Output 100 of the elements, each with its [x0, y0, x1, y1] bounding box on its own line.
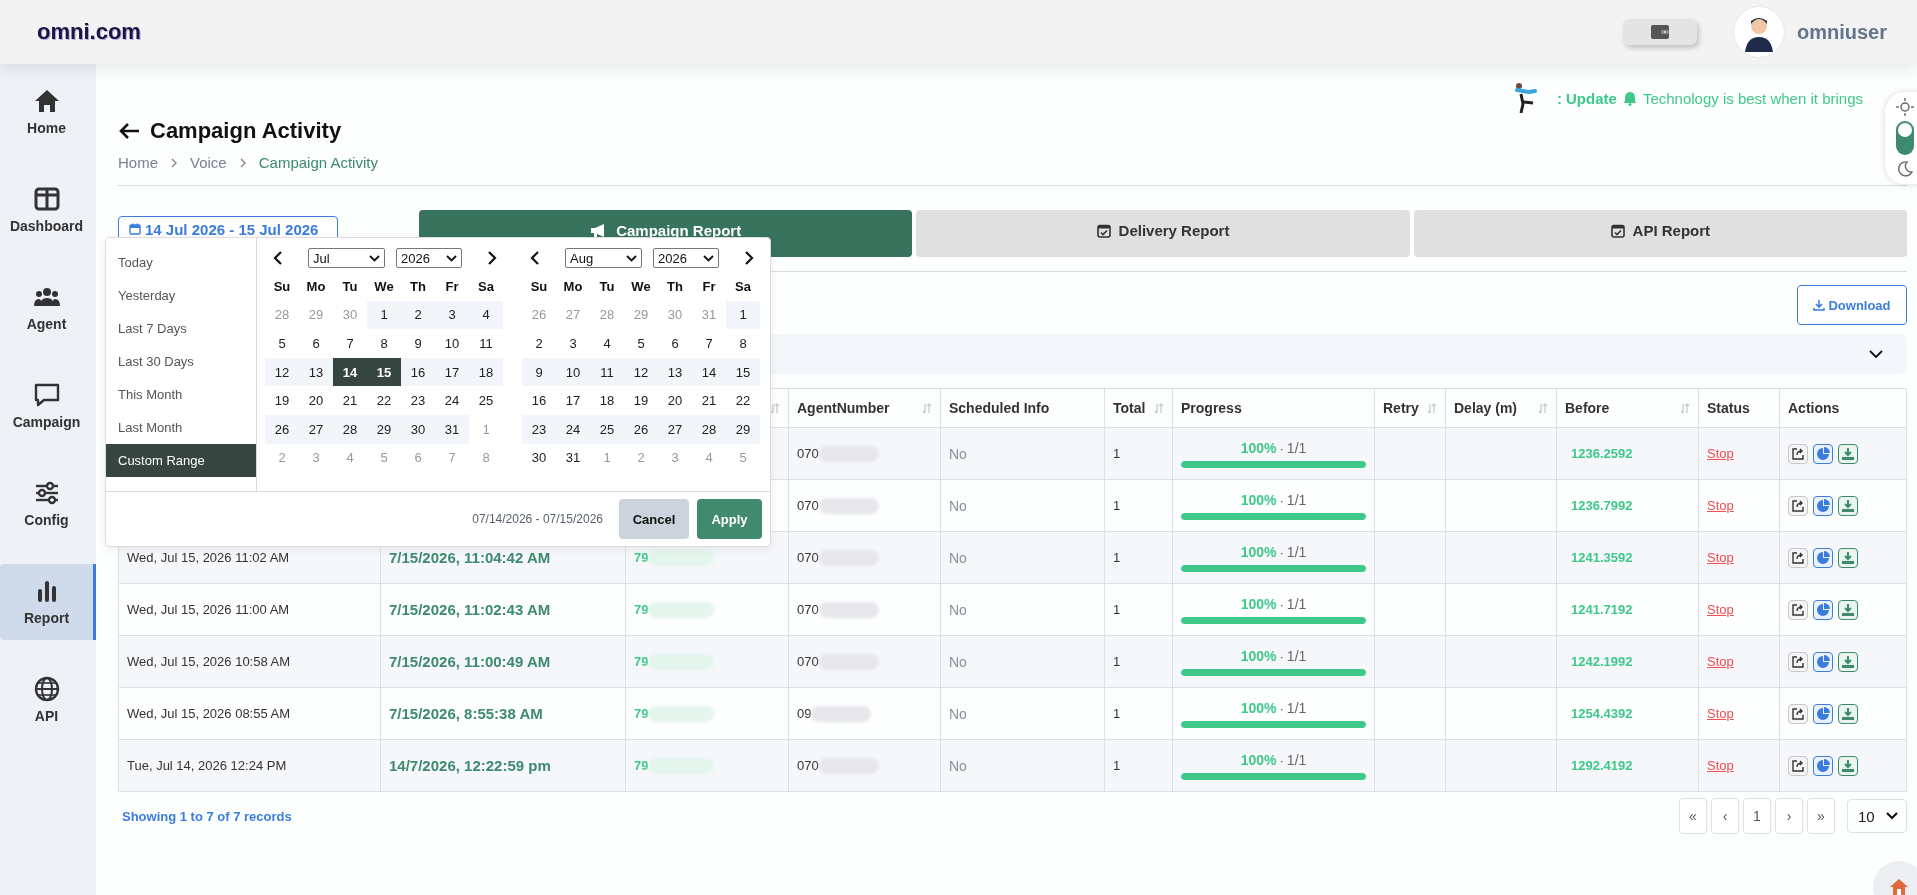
calendar-day[interactable]: 17: [435, 357, 469, 387]
breadcrumb-link[interactable]: Home: [118, 154, 158, 171]
calendar-day[interactable]: 8: [726, 329, 760, 358]
calendar-day[interactable]: 18: [590, 386, 624, 415]
calendar-day[interactable]: 20: [658, 386, 692, 415]
calendar-day[interactable]: 3: [435, 300, 469, 330]
calendar-day[interactable]: 6: [658, 329, 692, 358]
sidebar-item[interactable]: Report: [0, 564, 96, 640]
calendar-day[interactable]: 23: [522, 414, 556, 444]
calendar-day[interactable]: 29: [726, 414, 760, 444]
calendar-day[interactable]: 25: [469, 386, 503, 415]
calendar-day[interactable]: 30: [522, 443, 556, 473]
download-button[interactable]: Download: [1797, 285, 1907, 325]
calendar-day[interactable]: 1: [367, 300, 401, 330]
page-title: Campaign Activity: [150, 118, 342, 144]
calendar-day[interactable]: 29: [367, 414, 401, 444]
calendar-day[interactable]: 19: [624, 386, 658, 415]
calendar-day[interactable]: 14: [333, 357, 367, 387]
calendar-day[interactable]: 9: [401, 329, 435, 358]
calendar-day[interactable]: 24: [556, 414, 590, 444]
calendar-day[interactable]: 17: [556, 386, 590, 415]
cancel-button[interactable]: Cancel: [619, 499, 689, 539]
calendar-day[interactable]: 9: [522, 357, 556, 387]
calendar-day[interactable]: 24: [435, 386, 469, 415]
calendar-day[interactable]: 27: [299, 414, 333, 444]
calendar-day[interactable]: 14: [692, 357, 726, 387]
range-option[interactable]: Last Month: [106, 411, 256, 444]
sidebar-item[interactable]: Agent: [0, 270, 96, 346]
year-select[interactable]: 2026: [653, 248, 719, 268]
calendar-day[interactable]: 16: [401, 357, 435, 387]
sidebar-item[interactable]: Home: [0, 74, 96, 150]
breadcrumb-link[interactable]: Campaign Activity: [258, 154, 378, 171]
calendar-day[interactable]: 8: [367, 329, 401, 358]
calendar-day[interactable]: 11: [469, 329, 503, 358]
stop-link[interactable]: Stop: [1707, 498, 1734, 513]
page-size-select[interactable]: 10: [1847, 799, 1907, 833]
calendar-day[interactable]: 21: [333, 386, 367, 415]
calendar-day[interactable]: 7: [333, 329, 367, 358]
calendar-day[interactable]: 16: [522, 386, 556, 415]
calendar-day[interactable]: 11: [590, 357, 624, 387]
logo[interactable]: omni.com: [37, 19, 141, 45]
calendar-day[interactable]: 5: [265, 329, 299, 358]
breadcrumb-link[interactable]: Voice: [190, 154, 227, 171]
calendar-day[interactable]: 6: [299, 329, 333, 358]
calendar-day[interactable]: 31: [556, 443, 590, 473]
pagination-button[interactable]: ‹: [1711, 798, 1739, 834]
calendar-day[interactable]: 25: [590, 414, 624, 444]
calendar-day[interactable]: 5: [624, 329, 658, 358]
calendar-day[interactable]: 10: [556, 357, 590, 387]
calendar-day[interactable]: 4: [469, 300, 503, 330]
calendar-day[interactable]: 15: [367, 357, 401, 387]
stop-link[interactable]: Stop: [1707, 706, 1734, 721]
apply-button[interactable]: Apply: [697, 499, 762, 539]
calendar-day[interactable]: 27: [658, 414, 692, 444]
calendar-day[interactable]: 13: [299, 357, 333, 387]
calendar-day[interactable]: 20: [299, 386, 333, 415]
sidebar-item[interactable]: Dashboard: [0, 172, 96, 248]
calendar-day[interactable]: 19: [265, 386, 299, 415]
calendar-day[interactable]: 2: [522, 329, 556, 358]
calendar-day[interactable]: 18: [469, 357, 503, 387]
month-select[interactable]: Jul: [308, 248, 385, 268]
range-option[interactable]: Last 30 Days: [106, 345, 256, 378]
calendar-day[interactable]: 13: [658, 357, 692, 387]
calendar-day[interactable]: 3: [556, 329, 590, 358]
calendar-day[interactable]: 4: [590, 329, 624, 358]
report-tab[interactable]: Delivery Report: [916, 210, 1410, 257]
sidebar-item[interactable]: Config: [0, 466, 96, 542]
calendar-day[interactable]: 2: [401, 300, 435, 330]
calendar-day[interactable]: 22: [367, 386, 401, 415]
calendar-day[interactable]: 26: [265, 414, 299, 444]
calendar-day[interactable]: 31: [435, 414, 469, 444]
sidebar-item[interactable]: API: [0, 662, 96, 738]
calendar-day[interactable]: 21: [692, 386, 726, 415]
calendar-day[interactable]: 12: [265, 357, 299, 387]
pagination-button[interactable]: «: [1679, 798, 1707, 834]
calendar-day[interactable]: 28: [692, 414, 726, 444]
calendar-day[interactable]: 12: [624, 357, 658, 387]
calendar-day[interactable]: 15: [726, 357, 760, 387]
calendar-day[interactable]: 1: [726, 300, 760, 330]
range-option[interactable]: Custom Range: [106, 444, 256, 477]
year-select[interactable]: 2026: [396, 248, 462, 268]
calendar-day[interactable]: 30: [401, 414, 435, 444]
calendar-day[interactable]: 28: [333, 414, 367, 444]
calendar-day[interactable]: 23: [401, 386, 435, 415]
calendar-day[interactable]: 10: [435, 329, 469, 358]
calendar-day[interactable]: 7: [692, 329, 726, 358]
month-select[interactable]: Aug: [565, 248, 642, 268]
range-option[interactable]: Yesterday: [106, 279, 256, 312]
range-option[interactable]: Last 7 Days: [106, 312, 256, 345]
range-option[interactable]: Today: [106, 246, 256, 279]
username[interactable]: omniuser: [1796, 20, 1887, 44]
pagination-button[interactable]: ›: [1775, 798, 1803, 834]
range-option[interactable]: This Month: [106, 378, 256, 411]
calendar-day[interactable]: 26: [624, 414, 658, 444]
report-tab[interactable]: API Report: [1413, 210, 1907, 257]
stop-link[interactable]: Stop: [1707, 602, 1734, 617]
pagination-button[interactable]: »: [1807, 798, 1835, 834]
calendar-day[interactable]: 22: [726, 386, 760, 415]
pagination-button[interactable]: 1: [1743, 798, 1771, 834]
sidebar-item[interactable]: Campaign: [0, 368, 96, 444]
